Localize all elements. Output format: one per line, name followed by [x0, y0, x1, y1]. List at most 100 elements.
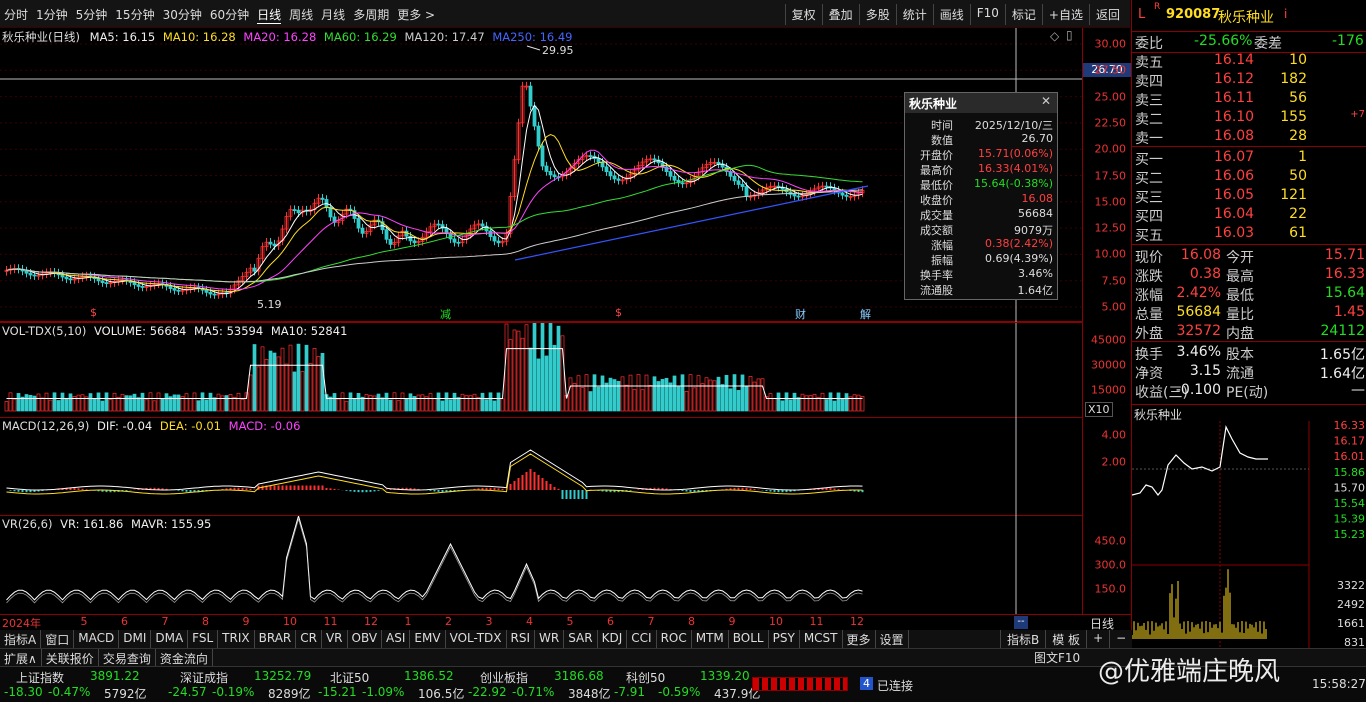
indicator-tab[interactable]: DMI — [119, 630, 152, 648]
popup-value: 56684 — [1018, 207, 1053, 220]
order-book-row[interactable]: 卖三 16.11 56 — [1132, 89, 1366, 109]
axis-tick: 30.00 — [1094, 37, 1127, 51]
toolbar-button[interactable]: 复权 — [784, 4, 822, 25]
order-book-row[interactable]: 买三 16.05 121 — [1132, 186, 1366, 206]
weibi-row: 委比 -25.66% 委差 -176 — [1132, 31, 1366, 53]
order-book-row[interactable]: 卖四 16.12 182 — [1132, 70, 1366, 90]
order-book-row[interactable]: 买一 16.07 1 — [1132, 148, 1366, 168]
period-tab[interactable]: 30分钟 — [163, 6, 202, 24]
event-marker[interactable]: 解 — [860, 306, 871, 322]
event-marker[interactable]: 财 — [795, 306, 806, 322]
indicator-tab[interactable]: 窗口 — [41, 630, 75, 648]
index-name[interactable]: 深证成指 — [180, 669, 228, 686]
index-pct: -0.47% — [48, 685, 91, 699]
popup-value: 1.64亿 — [1017, 284, 1054, 297]
indicator-tab[interactable]: MCST — [800, 630, 843, 648]
order-book-row[interactable]: 卖二 16.10 155 +7 — [1132, 108, 1366, 128]
axis-tick: 4.00 — [1101, 428, 1127, 442]
index-pct: -0.59% — [658, 685, 701, 699]
index-name[interactable]: 科创50 — [626, 669, 665, 686]
date-tick: 5 — [566, 615, 574, 628]
indicator-tab[interactable]: FSL — [188, 630, 219, 648]
indicator-tab[interactable]: VOL-TDX — [446, 630, 507, 648]
indicator-tab[interactable]: DMA — [151, 630, 189, 648]
index-name[interactable]: 创业板指 — [480, 669, 528, 686]
period-tab[interactable]: 60分钟 — [210, 6, 249, 24]
indicator-tab[interactable]: MTM — [692, 630, 729, 648]
order-book-row[interactable]: 买五 16.03 61 — [1132, 224, 1366, 244]
order-book-row[interactable]: 买四 16.04 22 — [1132, 205, 1366, 225]
toolbar-button[interactable]: F10 — [969, 4, 1005, 25]
order-book-row[interactable]: 卖一 16.08 28 — [1132, 127, 1366, 147]
toolbar-button[interactable]: 画线 — [932, 4, 970, 25]
period-tab[interactable]: 1分钟 — [36, 6, 68, 24]
period-tab[interactable]: 更多 > — [397, 6, 435, 24]
indicator-tab[interactable]: OBV — [348, 630, 383, 648]
indicator-tab[interactable]: 指标A — [0, 630, 42, 648]
extension-tab[interactable]: 资金流向 — [156, 649, 213, 666]
event-marker[interactable]: $ — [615, 306, 622, 319]
mini-ytick: 16.17 — [1334, 435, 1366, 448]
toolbar-button[interactable]: 多股 — [858, 4, 896, 25]
indicator-tab[interactable]: PSY — [769, 630, 800, 648]
period-tab[interactable]: 5分钟 — [76, 6, 108, 24]
date-tick: 6 — [121, 615, 128, 628]
stat-row: 涨跌 0.38 最高 16.33 — [1132, 265, 1366, 285]
indicator-tab[interactable]: WR — [535, 630, 565, 648]
extension-tab[interactable]: 关联报价 — [42, 649, 99, 666]
mini-vtick: 1661 — [1337, 617, 1365, 630]
indicator-tab[interactable]: SAR — [564, 630, 598, 648]
info-icon[interactable]: i — [1284, 7, 1287, 21]
indicator-tab[interactable]: EMV — [410, 630, 446, 648]
indicator-tab[interactable]: TRIX — [218, 630, 255, 648]
vr-pane[interactable]: VR(26,6) VR: 161.86 MAVR: 155.95 — [0, 516, 1082, 614]
event-marker[interactable]: $ — [90, 306, 97, 319]
period-tab[interactable]: 分时 — [4, 6, 28, 24]
period-tab[interactable]: 日线 — [257, 6, 282, 24]
event-marker[interactable]: 减 — [440, 306, 451, 322]
indicator-tab-right[interactable]: 指标B — [1000, 630, 1045, 648]
axis-tick: 450.0 — [1094, 534, 1127, 548]
indicator-tab[interactable]: VR — [322, 630, 348, 648]
close-icon[interactable]: ✕ — [1041, 94, 1051, 108]
index-name[interactable]: 北证50 — [330, 669, 369, 686]
toolbar-button[interactable]: 叠加 — [821, 4, 859, 25]
indicator-tab[interactable]: MACD — [74, 630, 120, 648]
indicator-tab[interactable]: ASI — [382, 630, 411, 648]
period-tab[interactable]: 月线 — [321, 6, 345, 24]
period-tab[interactable]: 15分钟 — [115, 6, 154, 24]
indicator-tab[interactable]: 设置 — [876, 630, 909, 648]
indicator-tab[interactable]: BOLL — [729, 630, 769, 648]
toolbar-button[interactable]: +自选 — [1041, 4, 1089, 25]
indicator-tab[interactable]: ROC — [657, 630, 692, 648]
toolbar-button[interactable]: 标记 — [1004, 4, 1042, 25]
order-book-row[interactable]: 买二 16.06 50 — [1132, 167, 1366, 187]
indicator-tab-right[interactable]: 模 板 — [1045, 630, 1086, 648]
extension-tab[interactable]: 扩展∧ — [0, 649, 42, 666]
popup-key: 流通股 — [920, 284, 953, 297]
indicator-tab[interactable]: RSI — [507, 630, 536, 648]
indicator-tab[interactable]: 更多 — [843, 630, 876, 648]
axis-tick: 25.00 — [1094, 90, 1127, 104]
indicator-tab[interactable]: CR — [296, 630, 322, 648]
index-value: 13252.79 — [254, 669, 312, 683]
order-book-row[interactable]: 卖五 16.14 10 — [1132, 51, 1366, 71]
toolbar-button[interactable]: 统计 — [895, 4, 933, 25]
period-tab[interactable]: 多周期 — [353, 6, 389, 24]
stat-label: 股本 — [1226, 347, 1254, 363]
indicator-tab[interactable]: KDJ — [598, 630, 628, 648]
date-tick: 11 — [809, 615, 824, 628]
indicator-tab[interactable]: CCI — [627, 630, 657, 648]
indicator-tab[interactable]: BRAR — [255, 630, 297, 648]
macd-pane[interactable]: MACD(12,26,9) DIF: -0.04 DEA: -0.01 MACD… — [0, 418, 1082, 516]
volume-pane[interactable]: VOL-TDX(5,10) VOLUME: 56684 MA5: 53594 M… — [0, 322, 1082, 419]
index-name[interactable]: 上证指数 — [16, 669, 64, 686]
extension-tab[interactable]: 交易查询 — [99, 649, 156, 666]
connection-status[interactable]: 已连接 — [877, 677, 913, 694]
indicator-tab-right[interactable]: + — [1086, 630, 1109, 648]
indicator-tab-right[interactable]: − — [1109, 630, 1132, 648]
mini-vtick: 2492 — [1337, 598, 1365, 611]
toolbar-button[interactable]: 返回 — [1088, 4, 1126, 25]
f10-tab[interactable]: 图文F10 — [1034, 649, 1080, 666]
period-tab[interactable]: 周线 — [289, 6, 313, 24]
